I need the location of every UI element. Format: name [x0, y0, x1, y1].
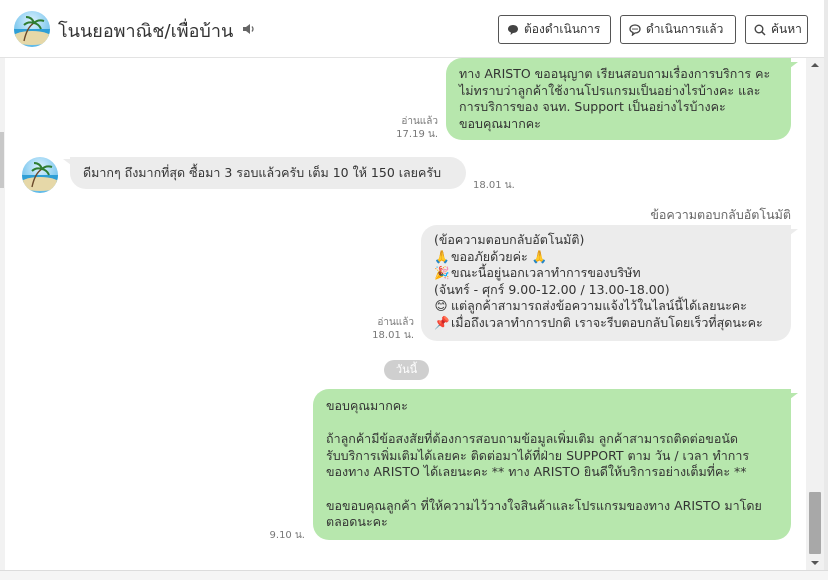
scrollbar[interactable] — [806, 58, 824, 570]
avatar[interactable] — [22, 157, 58, 193]
chat-title: โนนยอพาณิช/เพื่อบ้าน — [58, 21, 234, 42]
message-text-line: 📌เมื่อถึงเวลาทำการปกติ เราจะรีบตอบกลับโด… — [434, 314, 763, 330]
left-scroll-strip — [0, 58, 5, 570]
pray-emoji-icon: 🙏 — [434, 248, 450, 264]
avatar-beach-image — [14, 11, 50, 47]
party-popper-emoji-icon: 🎉 — [434, 265, 450, 281]
message-bubble-outgoing[interactable]: ขอบคุณมากคะ ถ้าลูกค้ามีข้อสงสัยที่ต้องกา… — [313, 389, 791, 540]
completed-button[interactable]: ดำเนินการแล้ว — [620, 15, 736, 44]
smile-emoji-icon: 😊 — [434, 298, 448, 314]
message-time: 18.01 น. — [372, 330, 414, 341]
message-text-line — [326, 415, 778, 432]
message-text: ดีมากๆ ถึงมากที่สุด ซื้อมา 3 รอบแล้วครับ… — [83, 165, 442, 180]
message-text-line: ขอบคุณมากคะ — [326, 398, 408, 413]
search-button-label: ค้นหา — [771, 22, 802, 36]
scroll-up-arrow-icon[interactable] — [806, 58, 824, 72]
message-text-line: 🙏ขออภัยด้วยค่ะ 🙏 — [434, 248, 548, 264]
search-icon — [754, 24, 766, 36]
message-bubble-incoming[interactable]: ดีมากๆ ถึงมากที่สุด ซื้อมา 3 รอบแล้วครับ… — [70, 157, 466, 189]
pending-button[interactable]: ต้องดำเนินการ — [498, 15, 611, 44]
message-meta: อ่านแล้ว 17.19 น. — [386, 115, 438, 141]
auto-reply-label: ข้อความตอบกลับอัตโนมัติ — [650, 207, 791, 222]
chat-header: โนนยอพาณิช/เพื่อบ้าน ต้องดำเนินการ ดำเนิ… — [0, 0, 828, 58]
bubble-tail — [790, 393, 798, 399]
message-text-line: การบริการของ จนท. Support เป็นอย่างไรบ้า… — [459, 99, 726, 115]
left-scroll-thumb[interactable] — [0, 132, 4, 188]
avatar-beach-image — [22, 157, 58, 193]
completed-button-label: ดำเนินการแล้ว — [646, 22, 724, 36]
message-text-line — [326, 481, 778, 498]
message-text-line: (จันทร์ - ศุกร์ 9.00-12.00 / 13.00-18.00… — [434, 281, 670, 297]
message-bubble-outgoing[interactable]: ทาง ARISTO ขออนุญาต เรียนสอบถามเรื่องการ… — [446, 58, 791, 140]
message-meta: อ่านแล้ว 18.01 น. — [362, 316, 414, 342]
message-text-line: (ข้อความตอบกลับอัตโนมัติ) — [434, 232, 585, 247]
read-receipt: อ่านแล้ว — [401, 116, 438, 127]
message-bubble-auto-reply[interactable]: (ข้อความตอบกลับอัตโนมัติ) 🙏ขออภัยด้วยค่ะ… — [421, 225, 791, 341]
message-list[interactable]: ทาง ARISTO ขออนุญาต เรียนสอบถามเรื่องการ… — [0, 58, 806, 570]
read-receipt: อ่านแล้ว — [377, 317, 414, 328]
bubble-tail — [790, 229, 798, 235]
message-text-line: ถ้าลูกค้ามีข้อสงสัยที่ต้องการสอบถามข้อมู… — [326, 431, 739, 447]
pushpin-emoji-icon: 📌 — [434, 314, 450, 330]
message-text-line: ไม่ทราบว่าลูกค้าใช้งานโปรแกรมเป็นอย่างไร… — [459, 82, 761, 98]
window-edge — [824, 0, 828, 580]
chat-bubble-dots-icon — [629, 23, 641, 36]
avatar[interactable] — [14, 11, 50, 47]
message-time: 18.01 น. — [473, 180, 515, 191]
scrollbar-thumb[interactable] — [809, 492, 821, 554]
message-time: 9.10 น. — [269, 530, 305, 541]
pray-emoji-icon: 🙏 — [531, 248, 548, 264]
search-button[interactable]: ค้นหา — [745, 15, 808, 44]
message-text-line: ตลอดนะคะ — [326, 514, 388, 530]
message-text-line: ทาง ARISTO ขออนุญาต เรียนสอบถามเรื่องการ… — [459, 66, 771, 81]
speaker-icon[interactable] — [242, 22, 256, 36]
scroll-down-arrow-icon[interactable] — [806, 556, 824, 570]
message-text-line: 😊 แต่ลูกค้าสามารถส่งข้อความแจ้งไว้ในไลน์น… — [434, 298, 747, 314]
bubble-tail — [790, 62, 798, 68]
message-input-bar[interactable] — [0, 570, 828, 580]
message-text-line: 🎉ขณะนี้อยู่นอกเวลาทำการของบริษัท — [434, 265, 641, 281]
chat-bubble-icon — [508, 24, 518, 35]
message-text-line: ขอขอบคุณลูกค้า ที่ให้ความไว้วางใจสินค้าแ… — [326, 497, 762, 513]
chat-window: โนนยอพาณิช/เพื่อบ้าน ต้องดำเนินการ ดำเนิ… — [0, 0, 828, 580]
message-text-line: ขอบคุณมากคะ — [459, 115, 541, 131]
message-time: 17.19 น. — [396, 129, 438, 140]
message-text-line: รับบริการเพิ่มเติมได้เลยคะ ติดต่อมาได้ที… — [326, 447, 750, 463]
pending-button-label: ต้องดำเนินการ — [524, 22, 601, 36]
day-divider: วันนี้ — [384, 360, 429, 380]
message-text-line: ของทาง ARISTO ได้เลยนะคะ ** ทาง ARISTO ย… — [326, 464, 747, 480]
